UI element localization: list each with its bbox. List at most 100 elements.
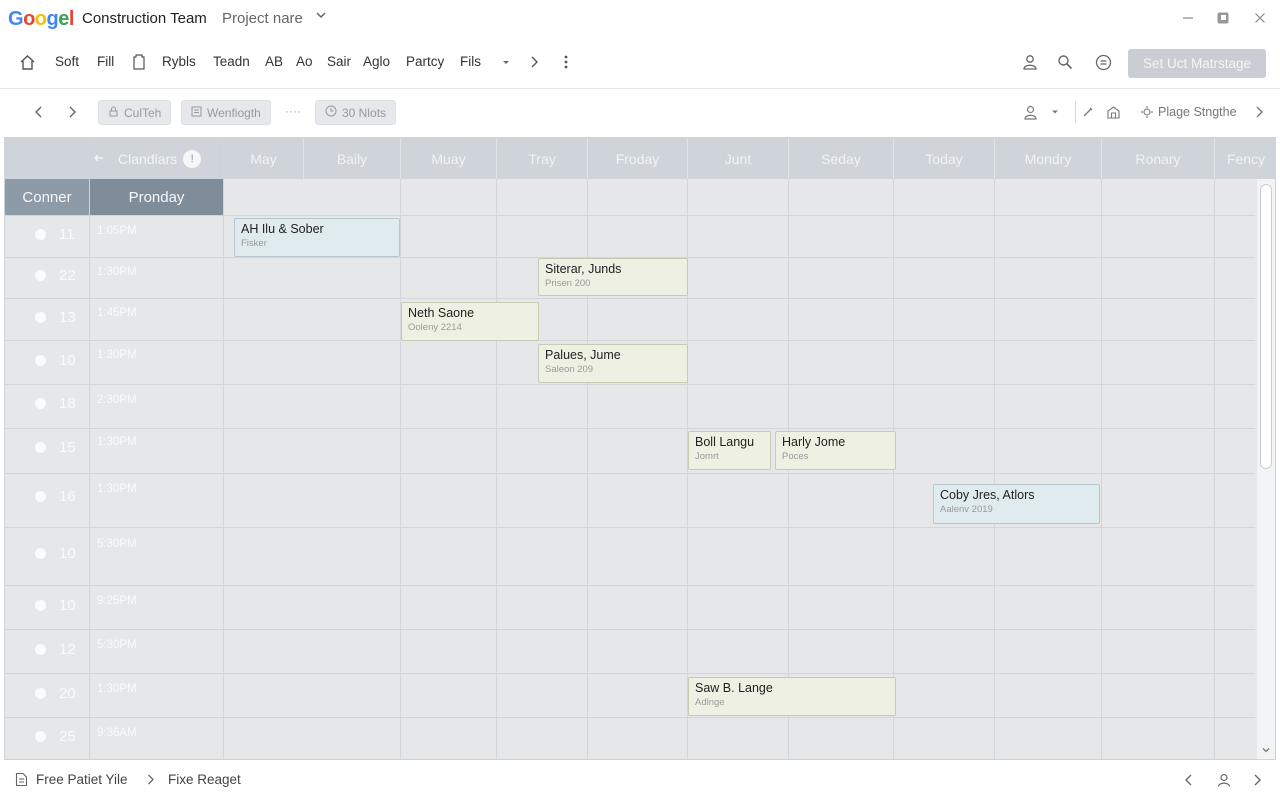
column-header-conner[interactable]: Conner xyxy=(5,179,89,215)
close-icon[interactable] xyxy=(1250,8,1270,28)
overflow-dots[interactable]: ···· xyxy=(285,104,301,118)
row-label[interactable]: 25 xyxy=(35,728,76,745)
row-label[interactable]: 15 xyxy=(35,439,76,456)
menu-item[interactable]: Rybls xyxy=(162,54,196,69)
menu-item[interactable]: Sair xyxy=(327,54,351,69)
wenfiogth-chip[interactable]: Wenfiogth xyxy=(181,100,271,125)
day-header[interactable]: Today xyxy=(893,138,994,179)
row-time: 2:30PM xyxy=(97,394,137,406)
day-header[interactable]: Tray xyxy=(496,138,587,179)
home-icon[interactable] xyxy=(17,52,37,72)
footer-link[interactable]: Fixe Reaget xyxy=(168,772,241,787)
caret-down-icon[interactable] xyxy=(496,52,516,72)
calendar-event[interactable]: Siterar, Junds Prisen 200 xyxy=(538,258,688,296)
day-header[interactable]: May xyxy=(223,138,303,179)
footer-link[interactable]: Free Patiet Yile xyxy=(36,772,128,787)
menu-item[interactable]: Partcy xyxy=(406,54,444,69)
row-number: 13 xyxy=(59,309,76,326)
scroll-down-icon[interactable] xyxy=(1261,742,1271,759)
calendar-event[interactable]: Saw B. Lange Adlnge xyxy=(688,677,896,716)
row-time: 9:36AM xyxy=(97,727,137,739)
menu-item[interactable]: AB xyxy=(265,54,283,69)
event-subtitle: Adlnge xyxy=(695,697,725,708)
chip-label: Wenfiogth xyxy=(207,105,261,120)
calendar-event[interactable]: Harly Jome Poces xyxy=(775,431,896,470)
chevron-right-icon[interactable] xyxy=(1252,773,1262,792)
chevron-left-icon[interactable] xyxy=(1184,773,1194,792)
page-settings-label[interactable]: Plage Stngthe xyxy=(1158,105,1237,119)
settings-circle-icon[interactable] xyxy=(1093,52,1113,72)
day-header[interactable]: Muay xyxy=(400,138,496,179)
event-title: Boll Langu xyxy=(695,435,755,449)
event-title: Neth Saone xyxy=(408,306,475,320)
row-label[interactable]: 10 xyxy=(35,352,76,369)
day-header[interactable]: Junt xyxy=(687,138,788,179)
event-subtitle: Aalenv 2019 xyxy=(940,504,993,515)
user-icon[interactable] xyxy=(1020,102,1040,122)
status-dot-icon xyxy=(35,229,46,240)
user-icon[interactable] xyxy=(1216,772,1232,793)
building-icon[interactable] xyxy=(1103,102,1123,122)
restore-icon[interactable] xyxy=(1213,8,1233,28)
calendar-event[interactable]: Boll Langu Jomrt xyxy=(688,431,771,470)
row-label[interactable]: 22 xyxy=(35,267,76,284)
minimize-icon[interactable] xyxy=(1178,8,1198,28)
calendar-event[interactable]: Neth Saone Ooleny 2214 xyxy=(401,302,539,341)
column-header-pronday[interactable]: Pronday xyxy=(90,179,223,215)
menu-item[interactable]: Fill xyxy=(97,54,114,69)
clipboard-icon[interactable] xyxy=(129,52,149,72)
calendar-event[interactable]: Coby Jres, Atlors Aalenv 2019 xyxy=(933,484,1100,524)
toolbar: CulTeh Wenfiogth ···· 30 Nlots Plage Stn… xyxy=(0,92,1280,132)
row-label[interactable]: 13 xyxy=(35,309,76,326)
slots-chip[interactable]: 30 Nlots xyxy=(315,100,397,125)
row-label[interactable]: 18 xyxy=(35,395,76,412)
chevron-right-icon[interactable] xyxy=(1249,102,1269,122)
row-label[interactable]: 10 xyxy=(35,545,76,562)
menu-item[interactable]: Ao xyxy=(296,54,313,69)
chevron-down-icon[interactable] xyxy=(314,8,328,25)
day-header[interactable]: Ronary xyxy=(1101,138,1214,179)
scrollbar-thumb[interactable] xyxy=(1260,184,1272,469)
chevron-right-icon[interactable] xyxy=(524,52,544,72)
info-badge[interactable]: ! xyxy=(183,149,202,168)
back-arrow-icon[interactable] xyxy=(93,151,105,167)
chevron-left-icon[interactable] xyxy=(29,102,49,122)
day-header[interactable]: Mondry xyxy=(994,138,1101,179)
culteh-chip[interactable]: CulTeh xyxy=(98,100,172,125)
row-label[interactable]: 12 xyxy=(35,641,76,658)
menu-item[interactable]: Aglo xyxy=(363,54,390,69)
row-separator xyxy=(5,473,1255,474)
status-dot-icon xyxy=(35,312,46,323)
menu-item[interactable]: Fils xyxy=(460,54,481,69)
day-header[interactable]: Froday xyxy=(587,138,687,179)
clock-icon xyxy=(325,105,337,120)
row-separator xyxy=(5,585,1255,586)
set-matrstage-button[interactable]: Set Uct Matrstage xyxy=(1128,49,1266,78)
chip-label: CulTeh xyxy=(124,105,162,120)
menu-bar: Soft Fill Rybls Teadn AB Ao Sair Aglo Pa… xyxy=(0,42,1280,84)
edit-icon[interactable] xyxy=(1078,102,1098,122)
more-vertical-icon[interactable] xyxy=(556,52,576,72)
chip-label: 30 Nlots xyxy=(342,105,387,120)
calendar-event[interactable]: Palues, Jume Saleon 209 xyxy=(538,344,688,383)
row-label[interactable]: 11 xyxy=(35,226,75,243)
menu-item[interactable]: Soft xyxy=(55,54,79,69)
row-label[interactable]: 10 xyxy=(35,597,76,614)
menu-item[interactable]: Teadn xyxy=(213,54,250,69)
status-dot-icon xyxy=(35,355,46,366)
row-number: 15 xyxy=(59,439,76,456)
chevron-right-icon[interactable] xyxy=(62,102,82,122)
row-number: 10 xyxy=(59,352,76,369)
row-label[interactable]: 20 xyxy=(35,685,76,702)
caret-down-icon[interactable] xyxy=(1045,102,1065,122)
user-icon[interactable] xyxy=(1020,52,1040,72)
day-header[interactable]: Baily xyxy=(303,138,400,179)
row-time: 1:05PM xyxy=(97,225,137,237)
day-header[interactable]: Fency xyxy=(1214,138,1275,179)
calendar-event[interactable]: AH Ilu & Sober Fisker xyxy=(234,218,400,257)
day-header[interactable]: Seday xyxy=(788,138,893,179)
search-icon[interactable] xyxy=(1055,52,1075,72)
row-label[interactable]: 16 xyxy=(35,488,76,505)
project-name[interactable]: Project nare xyxy=(222,10,303,27)
calendars-header[interactable]: Clandlars ! xyxy=(90,138,223,179)
